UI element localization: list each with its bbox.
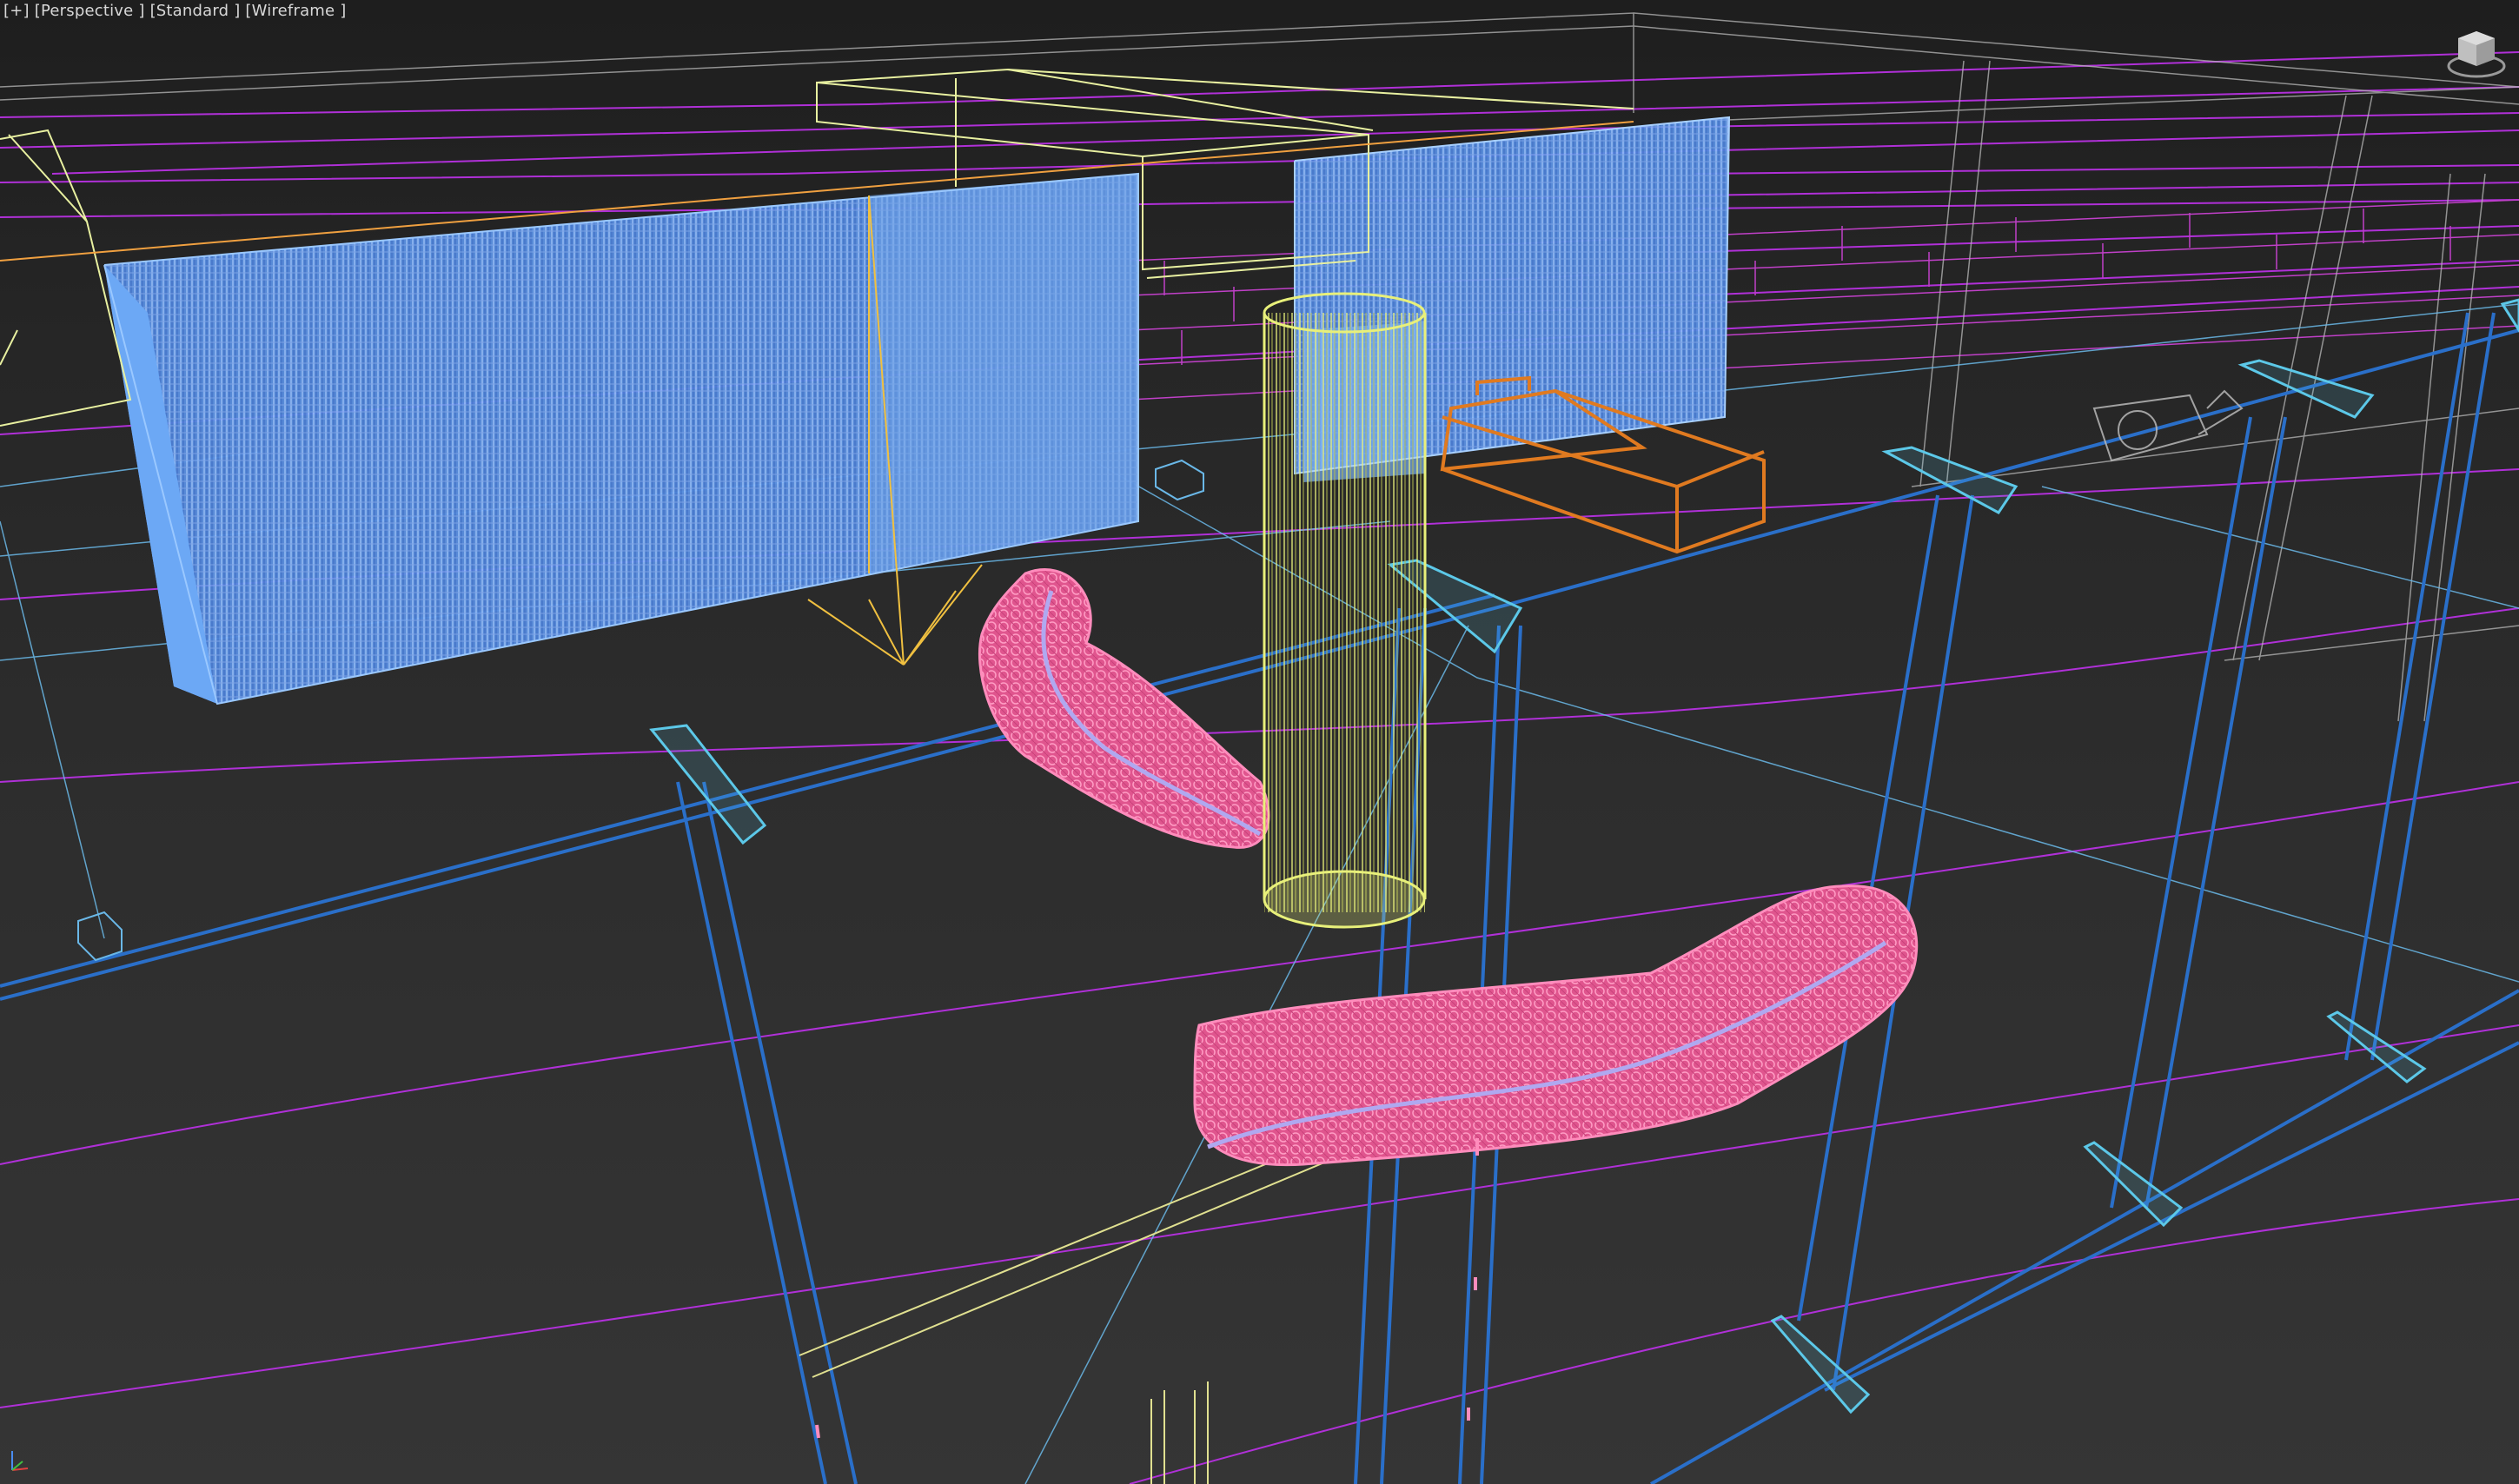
viewcube-icon[interactable] xyxy=(2444,26,2509,82)
viewport-perspective[interactable]: [+] [Perspective ] [Standard ] [Wirefram… xyxy=(0,0,2519,1484)
viewport-label: [+] [Perspective ] [Standard ] [Wirefram… xyxy=(3,2,346,20)
yellow-cylinder xyxy=(1263,292,1427,929)
viewport-display-mode-label[interactable]: [Wireframe ] xyxy=(245,2,346,20)
viewport-shading-label[interactable]: [Standard ] xyxy=(150,2,241,20)
axis-tripod-icon xyxy=(11,1451,29,1471)
pink-blob-upper xyxy=(978,568,1270,849)
scene-wireframe-canvas[interactable] xyxy=(0,0,2519,1484)
blue-wall-block-left xyxy=(103,172,1139,706)
viewport-menu-button[interactable]: [+] xyxy=(3,2,30,20)
viewport-view-label[interactable]: [Perspective ] xyxy=(35,2,145,20)
pink-markers xyxy=(815,1138,1479,1439)
pink-blob-lower xyxy=(1193,884,1919,1167)
